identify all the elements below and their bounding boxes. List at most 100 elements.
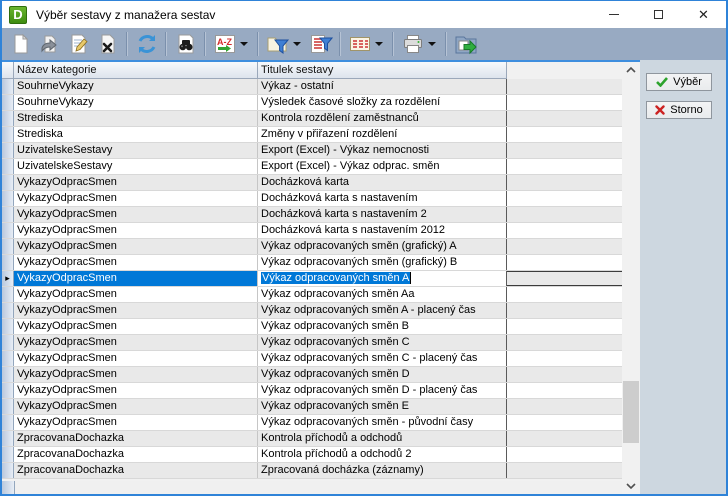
title-cell: Výkaz odpracovaných směn E — [258, 399, 507, 414]
table-row[interactable]: VykazyOdpracSmenVýkaz odpracovaných směn… — [2, 319, 622, 335]
select-button-label: Výběr — [673, 76, 702, 88]
table-row[interactable]: StrediskaZměny v přiřazení rozdělení — [2, 127, 622, 143]
title-cell: Výkaz odpracovaných směn (grafický) A — [258, 239, 507, 254]
check-icon — [656, 77, 668, 87]
row-indicator-cell — [2, 255, 14, 270]
title-cell: Výkaz odpracovaných směn B — [258, 319, 507, 334]
maximize-button[interactable] — [636, 1, 681, 28]
category-cell: UzivatelskeSestavy — [14, 143, 258, 158]
table-row[interactable]: ZpracovanaDochazkaZpracovaná docházka (z… — [2, 463, 622, 479]
category-cell: VykazyOdpracSmen — [14, 383, 258, 398]
title-cell: Výkaz odpracovaných směn C — [258, 335, 507, 350]
table-row[interactable]: VykazyOdpracSmenVýkaz odpracovaných směn… — [2, 383, 622, 399]
category-cell: VykazyOdpracSmen — [14, 319, 258, 334]
minimize-icon — [609, 14, 619, 15]
copy-report-button[interactable] — [35, 31, 64, 58]
dialog-window: D Výběr sestavy z manažera sestav ✕ — [0, 0, 728, 496]
close-button[interactable]: ✕ — [681, 1, 726, 28]
category-cell: VykazyOdpracSmen — [14, 191, 258, 206]
column-header-category[interactable]: Název kategorie — [14, 62, 258, 79]
delete-report-button[interactable] — [93, 31, 122, 58]
cross-icon — [655, 105, 665, 115]
scrollbar-thumb[interactable] — [623, 381, 639, 443]
table-row[interactable]: VykazyOdpracSmenVýkaz odpracovaných směn… — [2, 415, 622, 431]
table-row[interactable]: UzivatelskeSestavyExport (Excel) - Výkaz… — [2, 143, 622, 159]
category-cell: VykazyOdpracSmen — [14, 415, 258, 430]
table-row[interactable]: VykazyOdpracSmenDocházková karta — [2, 175, 622, 191]
table-row[interactable]: VykazyOdpracSmenVýkaz odpracovaných směn… — [2, 351, 622, 367]
category-cell: ZpracovanaDochazka — [14, 463, 258, 478]
app-icon: D — [9, 6, 27, 24]
vertical-scrollbar[interactable] — [622, 60, 640, 494]
chevron-up-icon — [625, 66, 637, 74]
toolbar-separator — [165, 32, 167, 56]
scroll-down-button[interactable] — [622, 478, 640, 494]
row-indicator-cell — [2, 111, 14, 126]
category-cell: VykazyOdpracSmen — [14, 175, 258, 190]
cancel-button-label: Storno — [670, 104, 702, 116]
table-header-row: Název kategorie Titulek sestavy — [2, 62, 622, 79]
table-row[interactable]: SouhrneVykazyVýsledek časové složky za r… — [2, 95, 622, 111]
category-cell: VykazyOdpracSmen — [14, 287, 258, 302]
title-cell: Docházková karta — [258, 175, 507, 190]
column-header-title[interactable]: Titulek sestavy — [258, 62, 507, 79]
table-row[interactable]: ZpracovanaDochazkaKontrola příchodů a od… — [2, 447, 622, 463]
scroll-up-button[interactable] — [622, 62, 640, 78]
export-button[interactable] — [451, 31, 480, 58]
row-indicator-cell — [2, 79, 14, 94]
table-row[interactable]: ZpracovanaDochazkaKontrola příchodů a od… — [2, 431, 622, 447]
table-row[interactable]: SouhrneVykazyVýkaz - ostatní — [2, 79, 622, 95]
report-table: Název kategorie Titulek sestavy SouhrneV… — [2, 60, 622, 494]
title-cell: Docházková karta s nastavením 2012 — [258, 223, 507, 238]
row-indicator-cell — [2, 463, 14, 478]
table-row[interactable]: ▸VykazyOdpracSmenVýkaz odpracovaných smě… — [2, 271, 622, 287]
table-row[interactable]: VykazyOdpracSmenVýkaz odpracovaných směn… — [2, 335, 622, 351]
new-report-button[interactable] — [6, 31, 35, 58]
text-caret — [410, 272, 411, 284]
columns-button[interactable] — [345, 31, 374, 58]
print-button[interactable] — [398, 31, 427, 58]
table-row[interactable]: VykazyOdpracSmenDocházková karta s nasta… — [2, 191, 622, 207]
print-dropdown-arrow-icon[interactable] — [428, 42, 436, 46]
table-row[interactable]: StrediskaKontrola rozdělení zaměstnanců — [2, 111, 622, 127]
row-indicator-cell — [2, 319, 14, 334]
title-cell: Výkaz odpracovaných směn C - placený čas — [258, 351, 507, 366]
title-cell: Výkaz odpracovaných směn D - placený čas — [258, 383, 507, 398]
row-indicator-cell — [2, 175, 14, 190]
find-button[interactable] — [171, 31, 200, 58]
filter-button[interactable] — [263, 31, 292, 58]
category-cell: Strediska — [14, 127, 258, 142]
table-row[interactable]: UzivatelskeSestavyExport (Excel) - Výkaz… — [2, 159, 622, 175]
filter-folder-icon — [266, 33, 290, 55]
title-cell: Docházková karta s nastavením — [258, 191, 507, 206]
table-row[interactable]: VykazyOdpracSmenVýkaz odpracovaných směn… — [2, 255, 622, 271]
row-indicator-cell — [2, 287, 14, 302]
selected-row-marker: ▸ — [2, 271, 14, 286]
select-button[interactable]: Výběr — [646, 73, 712, 91]
minimize-button[interactable] — [591, 1, 636, 28]
title-cell: Změny v přiřazení rozdělení — [258, 127, 507, 142]
row-indicator-cell — [2, 207, 14, 222]
row-indicator-cell — [2, 399, 14, 414]
table-row[interactable]: VykazyOdpracSmenVýkaz odpracovaných směn… — [2, 287, 622, 303]
table-row[interactable]: VykazyOdpracSmenDocházková karta s nasta… — [2, 207, 622, 223]
filter-list-button[interactable] — [306, 31, 335, 58]
sort-dropdown-arrow-icon[interactable] — [240, 42, 248, 46]
row-indicator-cell — [2, 143, 14, 158]
columns-dropdown-arrow-icon[interactable] — [375, 42, 383, 46]
edit-report-button[interactable] — [64, 31, 93, 58]
delete-report-icon — [97, 33, 119, 55]
table-row[interactable]: VykazyOdpracSmenVýkaz odpracovaných směn… — [2, 399, 622, 415]
toolbar-separator — [126, 32, 128, 56]
row-indicator-cell — [2, 447, 14, 462]
table-row[interactable]: VykazyOdpracSmenDocházková karta s nasta… — [2, 223, 622, 239]
title-bar: D Výběr sestavy z manažera sestav ✕ — [2, 1, 726, 28]
filter-dropdown-arrow-icon[interactable] — [293, 42, 301, 46]
table-row[interactable]: VykazyOdpracSmenVýkaz odpracovaných směn… — [2, 367, 622, 383]
table-row[interactable]: VykazyOdpracSmenVýkaz odpracovaných směn… — [2, 303, 622, 319]
sort-az-button[interactable]: A-Z — [210, 31, 239, 58]
refresh-button[interactable] — [132, 31, 161, 58]
cancel-button[interactable]: Storno — [646, 101, 712, 119]
maximize-icon — [654, 10, 663, 19]
table-row[interactable]: VykazyOdpracSmenVýkaz odpracovaných směn… — [2, 239, 622, 255]
